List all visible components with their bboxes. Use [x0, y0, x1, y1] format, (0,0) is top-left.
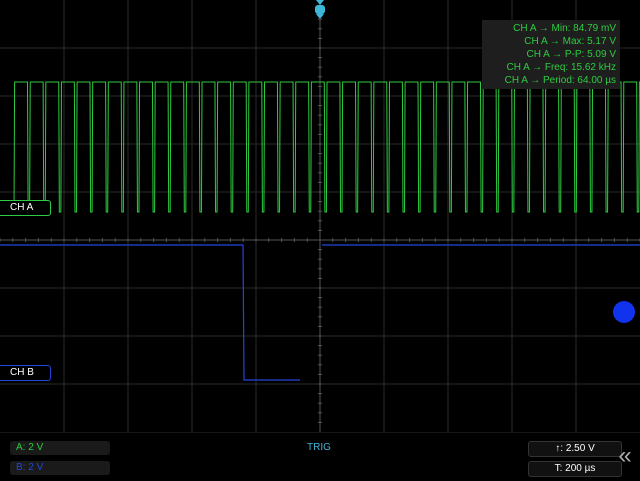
channel-b-label[interactable]: CH B	[0, 365, 51, 381]
channel-b-scale-button[interactable]: B: 2 V	[10, 461, 110, 475]
measurement-peak-to-peak: CH A → P-P: 5.09 V	[526, 49, 616, 60]
measurement-max: CH A → Max: 5.17 V	[524, 36, 616, 47]
timebase-button[interactable]: T: 200 µs	[528, 461, 622, 477]
trigger-button[interactable]: TRIG	[290, 441, 348, 455]
measurement-frequency: CH A → Freq: 15.62 kHz	[506, 62, 617, 73]
bottom-toolbar: A: 2 V B: 2 V TRIG ↑: 2.50 V T: 200 µs	[0, 432, 640, 481]
channel-a-trace	[0, 81, 640, 213]
waveform-display[interactable]: CH A → Min: 84.79 mV CH A → Max: 5.17 V …	[0, 0, 640, 432]
double-chevron-left-icon[interactable]: «	[612, 442, 638, 470]
measurement-period: CH A → Period: 64.00 µs	[504, 75, 616, 86]
measurement-min: CH A → Min: 84.79 mV	[513, 23, 616, 34]
trigger-level-button[interactable]: ↑: 2.50 V	[528, 441, 622, 457]
channel-a-label[interactable]: CH A	[0, 200, 51, 216]
trigger-level-handle-icon[interactable]	[613, 301, 635, 323]
channel-a-scale-button[interactable]: A: 2 V	[10, 441, 110, 455]
trigger-position-icon[interactable]	[314, 0, 326, 20]
measurements-panel: CH A → Min: 84.79 mV CH A → Max: 5.17 V …	[482, 20, 620, 89]
channel-b-trace	[0, 244, 300, 381]
